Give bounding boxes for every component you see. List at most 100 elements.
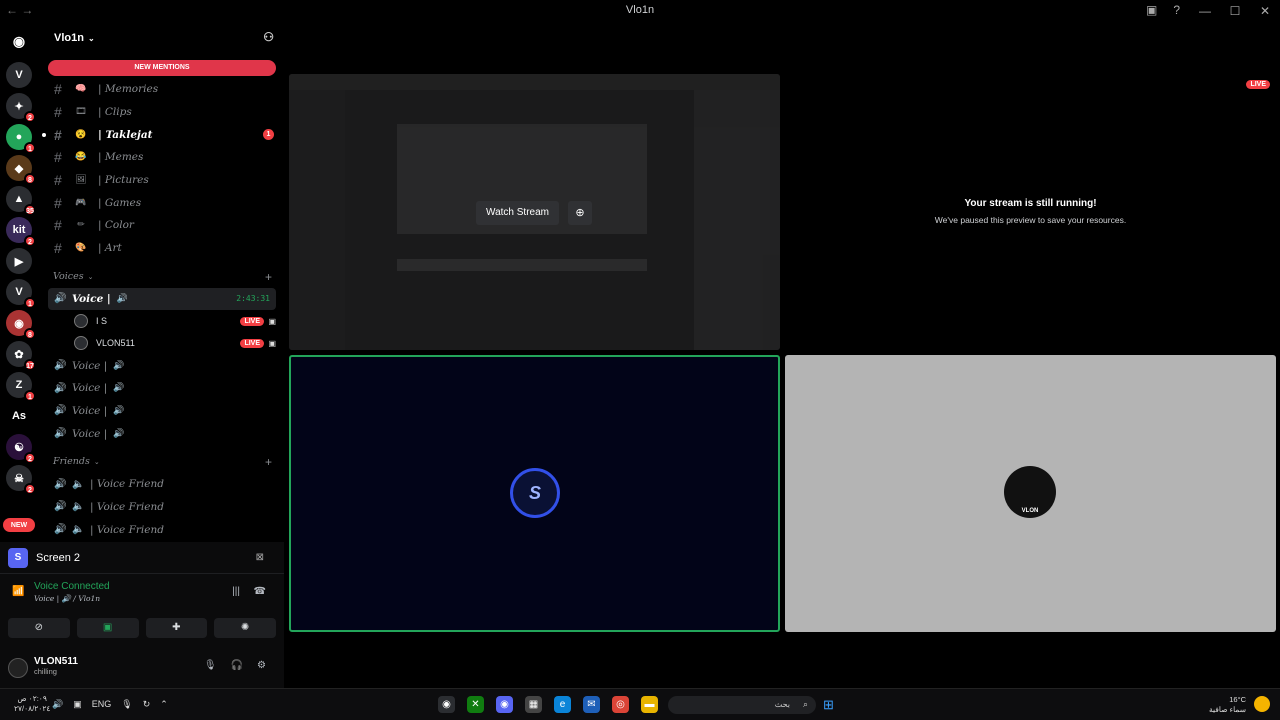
- server-icon[interactable]: kit 2: [6, 217, 36, 247]
- xbox-icon[interactable]: ✕: [467, 696, 484, 713]
- create-channel-icon[interactable]: +: [265, 455, 272, 469]
- chrome-icon[interactable]: ◎: [612, 696, 629, 713]
- discord-alt-icon[interactable]: ◉: [496, 696, 513, 713]
- windows-start-icon[interactable]: ⊞: [823, 697, 839, 713]
- speaker-icon: 🔊: [113, 428, 125, 439]
- pinned-apps: ◉ ✕ ◉ ▦ e ✉ ◎ ▬: [438, 696, 658, 713]
- text-channel[interactable]: # ✏ | Color: [40, 214, 284, 237]
- camera-off-icon[interactable]: ⊘: [8, 618, 70, 638]
- inbox-icon[interactable]: ▣: [1146, 3, 1157, 17]
- server-icon[interactable]: ✿ 17: [6, 341, 36, 371]
- hash-icon: #: [54, 217, 62, 234]
- clock[interactable]: ٠٢:٠٩ ص ٢٧/٠٨/٢٠٢٤: [14, 694, 50, 714]
- stream-tile-paused[interactable]: LIVE Your stream is still running! We've…: [785, 74, 1276, 350]
- active-voice-channel[interactable]: 🔊 Voice | 🔊 2:43:31: [48, 287, 276, 311]
- help-icon[interactable]: ?: [1173, 3, 1180, 17]
- server-icon[interactable]: ● 1: [6, 124, 36, 154]
- text-channel[interactable]: # 🎮 | Games: [40, 191, 284, 214]
- friend-voice-channel[interactable]: 🔊 🔈 | Voice Friend: [40, 473, 284, 496]
- text-channel[interactable]: # 😵 | Taklejat 1: [40, 123, 284, 146]
- text-channel[interactable]: # 🧠 | Memories: [40, 78, 284, 101]
- participant-tile-speaking[interactable]: S: [289, 355, 780, 632]
- server-initial: ◆: [14, 162, 24, 175]
- discord-app-icon[interactable]: ◉: [438, 696, 455, 713]
- speaker-icon: 🔊: [113, 383, 125, 394]
- category-voices[interactable]: Voices ⌄ +: [40, 266, 284, 288]
- weather-widget[interactable]: 16°C سماء صافية: [1209, 695, 1246, 715]
- voice-channel[interactable]: 🔊 Voice | 🔊: [40, 400, 284, 423]
- focus-stream-icon[interactable]: ⊕: [568, 201, 592, 225]
- screen-share-row[interactable]: S Screen 2 ⊠: [0, 542, 284, 574]
- voice-connected-row: 📶 Voice Connected Voice | 🔊 / Vlo1n ||| …: [0, 574, 284, 614]
- create-channel-icon[interactable]: +: [265, 270, 272, 284]
- close-icon[interactable]: ✕: [1250, 0, 1280, 22]
- sync-icon[interactable]: ↻: [143, 699, 151, 710]
- participant-avatar: VLON: [1004, 466, 1056, 518]
- microphone-icon[interactable]: 🎙: [121, 699, 132, 710]
- mail-icon[interactable]: ✉: [583, 696, 600, 713]
- add-member-icon[interactable]: ⚇: [263, 30, 274, 44]
- store-icon[interactable]: ▦: [525, 696, 542, 713]
- discord-home-icon[interactable]: ◉: [6, 28, 32, 54]
- maximize-icon[interactable]: ☐: [1220, 0, 1250, 22]
- server-icon[interactable]: ☯ 2: [6, 434, 36, 464]
- participant-tile[interactable]: VLON: [785, 355, 1276, 632]
- text-channel[interactable]: # 🖼 | Pictures: [40, 169, 284, 192]
- stream-icon: ▣: [268, 338, 276, 348]
- volume-icon[interactable]: 🔊: [52, 699, 63, 710]
- server-icon[interactable]: ▲ 35: [6, 186, 36, 216]
- signal-icon[interactable]: 📶: [12, 586, 24, 597]
- activities-icon[interactable]: ✚: [145, 618, 208, 638]
- text-channel[interactable]: # 🎞 | Clips: [40, 101, 284, 124]
- text-channel[interactable]: # 😂 | Memes: [40, 146, 284, 169]
- new-mentions-pill[interactable]: NEW MENTIONS: [48, 60, 276, 76]
- server-icon[interactable]: ✦ 2: [6, 93, 36, 123]
- network-icon[interactable]: ▣: [73, 699, 82, 710]
- file-explorer-icon[interactable]: ▬: [641, 696, 658, 713]
- friend-voice-channel[interactable]: 🔊 🔈 | Voice Friend: [40, 496, 284, 519]
- voice-channel[interactable]: 🔊 Voice | 🔊: [40, 377, 284, 400]
- chevron-up-icon[interactable]: ⌃: [160, 699, 168, 710]
- text-channel[interactable]: # 🎨 | Art: [40, 237, 284, 260]
- microphone-icon[interactable]: 🎙: [204, 660, 217, 671]
- category-friends[interactable]: Friends ⌄ +: [40, 451, 284, 473]
- voice-user[interactable]: VLON511 LIVE ▣: [40, 332, 284, 354]
- screen-share-icon[interactable]: ▣: [76, 618, 139, 638]
- taskbar-search[interactable]: بحث ⌕: [668, 696, 816, 714]
- server-icon[interactable]: ◉ 8: [6, 310, 36, 340]
- speaker-icon: 🔊: [54, 360, 67, 372]
- server-icon[interactable]: V: [6, 62, 32, 88]
- new-badge[interactable]: NEW: [3, 518, 35, 532]
- server-icon[interactable]: Z1: [6, 372, 36, 402]
- minimize-icon[interactable]: —: [1190, 0, 1220, 22]
- settings-gear-icon[interactable]: ⚙: [257, 660, 266, 671]
- friend-voice-channel[interactable]: 🔊 🔈 | Voice Friend: [40, 518, 284, 541]
- server-icon[interactable]: ◆ 8: [6, 155, 36, 185]
- stop-share-icon[interactable]: ⊠: [256, 552, 264, 563]
- voice-user[interactable]: I S LIVE ▣: [40, 310, 284, 332]
- speaker-icon: 🔊: [54, 382, 67, 394]
- headphones-icon[interactable]: 🎧: [231, 660, 243, 671]
- voice-channel-label: Voice |: [72, 359, 108, 372]
- account-controls: 🎙 🎧 ⚙: [204, 660, 266, 671]
- avatar[interactable]: [8, 658, 28, 678]
- disconnect-icon[interactable]: ☎: [254, 586, 266, 597]
- voice-channel[interactable]: 🔊 Voice | 🔊: [40, 422, 284, 445]
- noise-suppression-icon[interactable]: |||: [232, 586, 240, 597]
- watch-stream-button[interactable]: Watch Stream: [476, 201, 559, 225]
- server-icon[interactable]: As: [6, 403, 32, 429]
- account-row[interactable]: VLON511 chilling 🎙 🎧 ⚙: [0, 646, 284, 682]
- soundboard-icon[interactable]: ✺: [214, 618, 276, 638]
- edge-icon[interactable]: e: [554, 696, 571, 713]
- language-indicator[interactable]: ENG: [92, 699, 112, 710]
- voice-user-name: I S: [96, 316, 108, 327]
- server-initial: ☯: [14, 441, 24, 454]
- server-icon[interactable]: ▶: [6, 248, 32, 274]
- server-initial: V: [15, 69, 23, 81]
- voice-channel[interactable]: 🔊 Voice | 🔊: [40, 354, 284, 377]
- voice-status[interactable]: Voice Connected: [34, 581, 284, 592]
- server-icon[interactable]: V1: [6, 279, 36, 309]
- guild-header[interactable]: Vlo1n ⌄ ⚇: [40, 22, 284, 54]
- stream-tile-preview[interactable]: Watch Stream ⊕: [289, 74, 780, 350]
- server-icon[interactable]: ☠ 2: [6, 465, 36, 495]
